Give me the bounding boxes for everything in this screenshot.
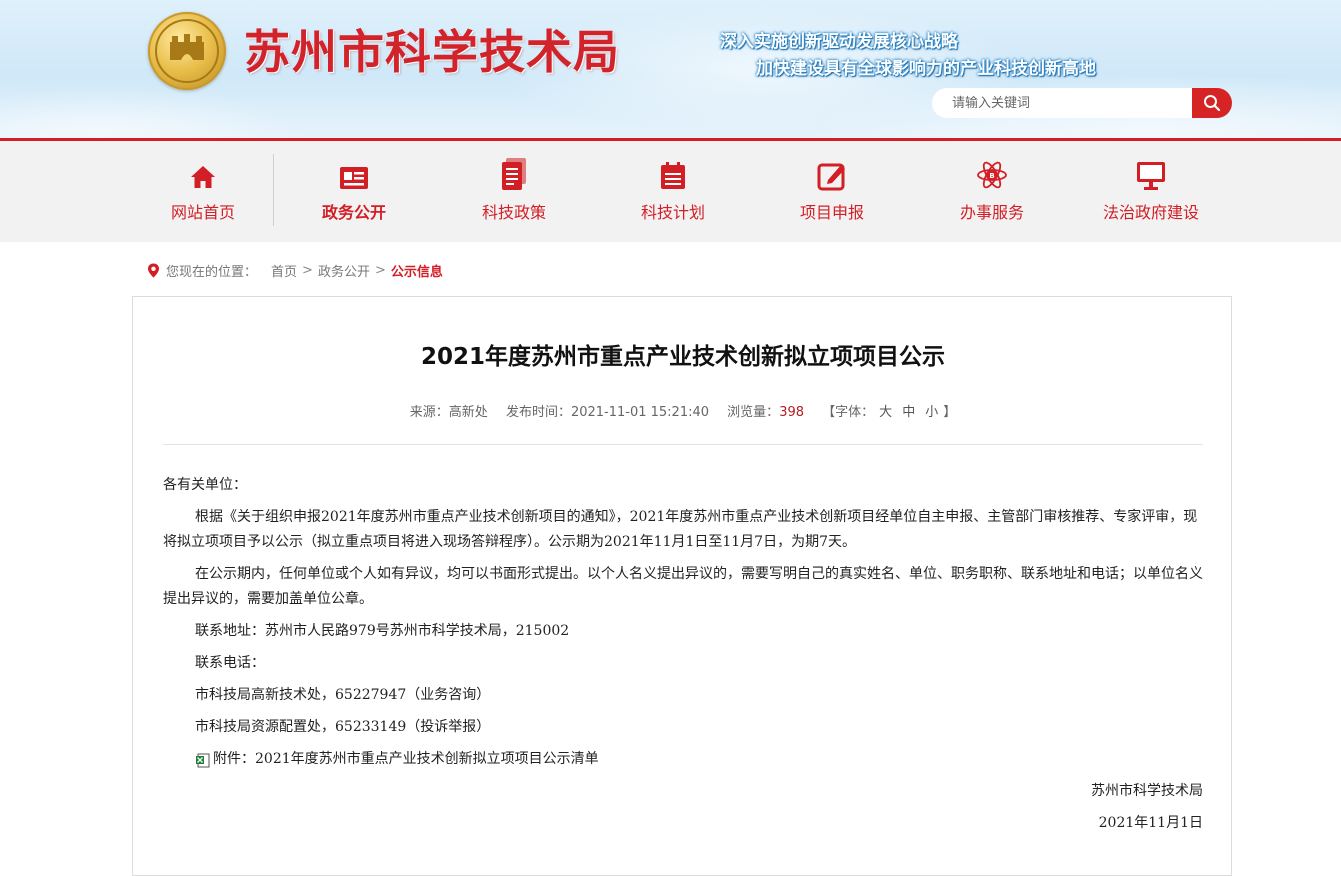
- nav-item-plan[interactable]: 科技计划: [608, 155, 738, 225]
- document-icon: [502, 158, 526, 190]
- contact-phone-label: 联系电话：: [195, 655, 265, 671]
- nav-label: 政务公开: [321, 203, 386, 222]
- article-body: 各有关单位： 根据《关于组织申报2021年度苏州市重点产业技术创新项目的通知》，…: [163, 473, 1203, 843]
- article-meta: 来源：高新处 发布时间：2021-11-01 15:21:40 浏览量：398 …: [133, 401, 1233, 420]
- salutation: 各有关单位：: [163, 477, 247, 493]
- contact-phone-2: 市科技局资源配置处，65233149（投诉举报）: [195, 719, 491, 735]
- emblem-gate-icon: [170, 34, 204, 60]
- contact-phone-1: 市科技局高新技术处，65227947（业务咨询）: [195, 687, 491, 703]
- nav-label: 法治政府建设: [1102, 203, 1199, 222]
- source-label: 来源：: [409, 405, 449, 420]
- body-paragraph: 在公示期内，任何单位或个人如有异议，均可以书面形式提出。以个人名义提出异议的，需…: [163, 566, 1203, 607]
- nav-item-project-apply[interactable]: 项目申报: [767, 155, 897, 225]
- contact-address: 联系地址：苏州市人民路979号苏州市科学技术局，215002: [195, 623, 570, 639]
- breadcrumb: 您现在的位置： 首页 > 政务公开 > 公示信息: [147, 260, 443, 280]
- search-icon: [1204, 95, 1221, 112]
- font-size-open: 【字体：: [822, 405, 875, 420]
- breadcrumb-separator: >: [302, 262, 313, 278]
- font-size-medium-button[interactable]: 中: [902, 405, 915, 420]
- breadcrumb-gov-open[interactable]: 政务公开: [318, 261, 370, 280]
- nav-item-rule-of-law[interactable]: 法治政府建设: [1086, 155, 1216, 225]
- gov-card-icon: [340, 167, 368, 189]
- nav-divider: [273, 154, 274, 226]
- breadcrumb-separator: >: [374, 262, 386, 278]
- date-label: 发布时间：: [505, 405, 571, 420]
- site-header: 苏州市科学技术局 深入实施创新驱动发展核心战略 加快建设具有全球影响力的产业科技…: [0, 0, 1341, 138]
- slogan-line-1: 深入实施创新驱动发展核心战略: [720, 32, 958, 52]
- article-divider: [163, 444, 1203, 445]
- breadcrumb-location-label: 您现在的位置：: [166, 264, 258, 280]
- nav-item-home[interactable]: 网站首页: [138, 155, 268, 225]
- site-title[interactable]: 苏州市科学技术局: [244, 22, 620, 82]
- body-paragraph: 根据《关于组织申报2021年度苏州市重点产业技术创新项目的通知》，2021年度苏…: [163, 509, 1198, 550]
- font-size-small-button[interactable]: 小: [925, 405, 938, 420]
- svg-text:B: B: [989, 172, 994, 180]
- nav-item-service[interactable]: B 办事服务: [927, 155, 1057, 225]
- views-count: 398: [779, 405, 805, 420]
- monitor-icon: [1137, 162, 1165, 190]
- article-panel: 2021年度苏州市重点产业技术创新拟立项项目公示 来源：高新处 发布时间：202…: [132, 296, 1232, 876]
- font-size-large-button[interactable]: 大: [879, 405, 892, 420]
- home-icon: [191, 166, 215, 188]
- nav-label: 网站首页: [170, 203, 235, 222]
- atom-icon: B: [977, 161, 1007, 189]
- attachment-row: 附件：2021年度苏州市重点产业技术创新拟立项项目公示清单: [163, 747, 1203, 772]
- calendar-icon: [661, 162, 685, 189]
- breadcrumb-current[interactable]: 公示信息: [391, 261, 443, 280]
- attachment-link[interactable]: 附件：2021年度苏州市重点产业技术创新拟立项项目公示清单: [213, 747, 599, 772]
- search-button[interactable]: [1192, 88, 1232, 118]
- breadcrumb-home[interactable]: 首页: [271, 261, 297, 280]
- main-nav: 网站首页 政务公开 科技政策 科技计划 项目申报 B 办事服务 法治政府建设: [0, 138, 1341, 242]
- publish-date: 2021-11-01 15:21:40: [570, 405, 710, 420]
- views-label: 浏览量：: [727, 405, 780, 420]
- search-input[interactable]: [932, 88, 1192, 118]
- nav-label: 项目申报: [799, 203, 864, 222]
- nav-label: 科技政策: [481, 203, 546, 222]
- edit-icon: [817, 163, 845, 191]
- signature: 苏州市科学技术局: [1091, 783, 1203, 799]
- city-emblem-logo[interactable]: [148, 12, 226, 90]
- nav-item-gov-open[interactable]: 政务公开: [289, 155, 419, 225]
- excel-file-icon: [196, 753, 210, 767]
- search-box: [932, 88, 1232, 118]
- location-pin-icon: [148, 263, 159, 277]
- slogan-line-2: 加快建设具有全球影响力的产业科技创新高地: [756, 59, 1096, 79]
- article-title: 2021年度苏州市重点产业技术创新拟立项项目公示: [420, 344, 945, 370]
- nav-item-policy[interactable]: 科技政策: [449, 155, 579, 225]
- nav-label: 办事服务: [959, 203, 1024, 222]
- source-value: 高新处: [448, 405, 488, 420]
- sign-date: 2021年11月1日: [1098, 815, 1203, 831]
- nav-label: 科技计划: [640, 203, 705, 222]
- font-size-close: 】: [943, 405, 957, 420]
